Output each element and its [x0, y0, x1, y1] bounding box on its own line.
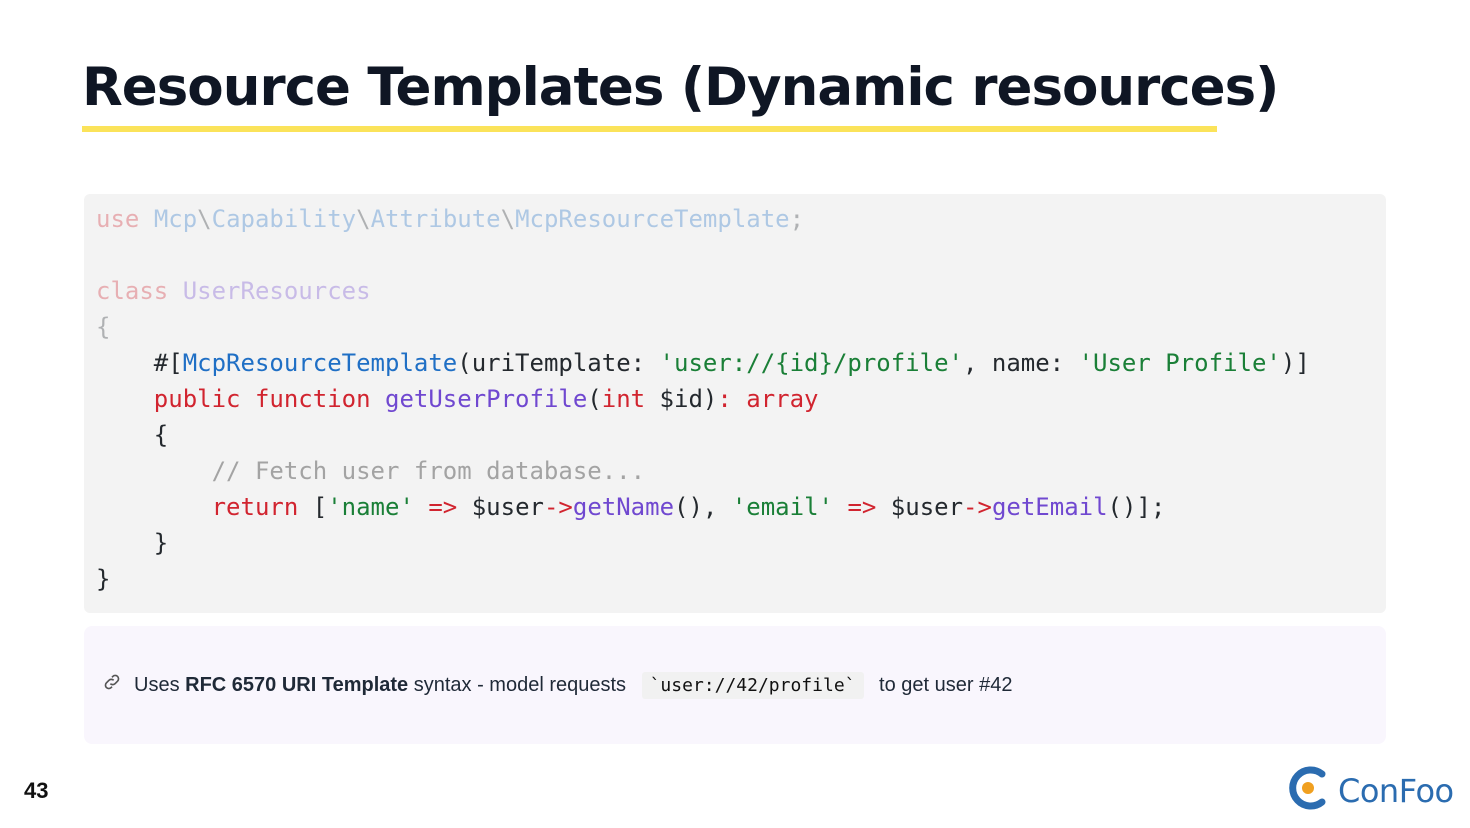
code-token: McpResourceTemplate	[182, 349, 458, 377]
code-token: Mcp	[153, 205, 198, 233]
code-token: (uriTemplate:	[457, 349, 660, 377]
slide-title-wrap: Resource Templates (Dynamic resources)	[82, 52, 1279, 124]
code-token: 'user://{id}/profile'	[659, 349, 963, 377]
code-token: }	[96, 529, 169, 557]
code-token: return	[211, 493, 299, 521]
code-token: #[	[96, 349, 183, 377]
code-line-4: {	[96, 309, 1386, 345]
code-line-11: }	[96, 561, 1386, 597]
code-token: ()];	[1107, 493, 1166, 521]
note-strong: RFC 6570 URI Template	[185, 673, 409, 696]
code-token: 'name'	[327, 493, 414, 521]
code-token: $id)	[645, 385, 718, 413]
code-token: function	[254, 385, 371, 413]
code-token: $user	[457, 493, 544, 521]
note-middle: syntax - model requests	[408, 673, 632, 696]
link-icon	[102, 672, 122, 698]
code-comment: // Fetch user from database...	[96, 457, 646, 485]
note-suffix: to get user #42	[873, 673, 1013, 696]
code-token: =>	[428, 493, 458, 521]
code-token: \	[197, 205, 212, 233]
code-token: use	[96, 205, 140, 233]
code-token: getEmail	[991, 493, 1108, 521]
code-token: \	[500, 205, 516, 233]
note-inline-code: `user://42/profile`	[641, 671, 864, 699]
code-token: : array	[717, 385, 819, 413]
code-token: McpResourceTemplate	[515, 205, 790, 233]
code-line-7: {	[96, 417, 1386, 453]
code-line-9: return ['name' => $user->getName(), 'ema…	[96, 489, 1386, 525]
code-token: {	[96, 421, 169, 449]
code-token: {	[96, 313, 111, 341]
title-underline	[82, 126, 1217, 132]
code-token: int	[601, 385, 646, 413]
confoo-logo: ConFoo	[1286, 764, 1454, 817]
code-token: ->	[543, 493, 573, 521]
code-token: , name:	[962, 349, 1079, 377]
code-token: \	[356, 205, 371, 233]
code-line-3: class UserResources	[96, 273, 1386, 309]
code-token: class	[96, 277, 169, 305]
code-token: }	[96, 565, 111, 593]
code-token: [	[298, 493, 328, 521]
code-line-5: #[McpResourceTemplate(uriTemplate: 'user…	[96, 345, 1386, 381]
note-callout: Uses RFC 6570 URI Template syntax - mode…	[84, 626, 1386, 744]
code-line-10: }	[96, 525, 1386, 561]
code-token: getName	[572, 493, 675, 521]
code-token: )]	[1280, 349, 1310, 377]
code-token: (),	[674, 493, 732, 521]
code-line-8: // Fetch user from database...	[96, 453, 1386, 489]
code-token: (	[587, 385, 602, 413]
confoo-logo-icon	[1286, 764, 1330, 817]
slide-title: Resource Templates (Dynamic resources)	[82, 57, 1279, 118]
code-token: public	[153, 385, 241, 413]
code-token: ;	[789, 205, 805, 233]
code-line-1: use Mcp\Capability\Attribute\McpResource…	[96, 201, 1386, 237]
code-block: use Mcp\Capability\Attribute\McpResource…	[84, 194, 1386, 613]
code-line-6: public function getUserProfile(int $id):…	[96, 381, 1386, 417]
code-token: 'User Profile'	[1078, 349, 1281, 377]
code-token: getUserProfile	[385, 385, 588, 413]
code-token: Capability	[211, 205, 357, 233]
code-token: $user	[876, 493, 964, 521]
code-token: ->	[963, 493, 992, 521]
code-token: Attribute	[370, 205, 501, 233]
code-token: =>	[847, 493, 877, 521]
page-number: 43	[24, 778, 49, 803]
code-token: 'email'	[731, 493, 833, 521]
note-prefix: Uses	[134, 673, 186, 696]
logo-text: ConFoo	[1338, 771, 1454, 810]
code-token: UserResources	[182, 277, 371, 305]
